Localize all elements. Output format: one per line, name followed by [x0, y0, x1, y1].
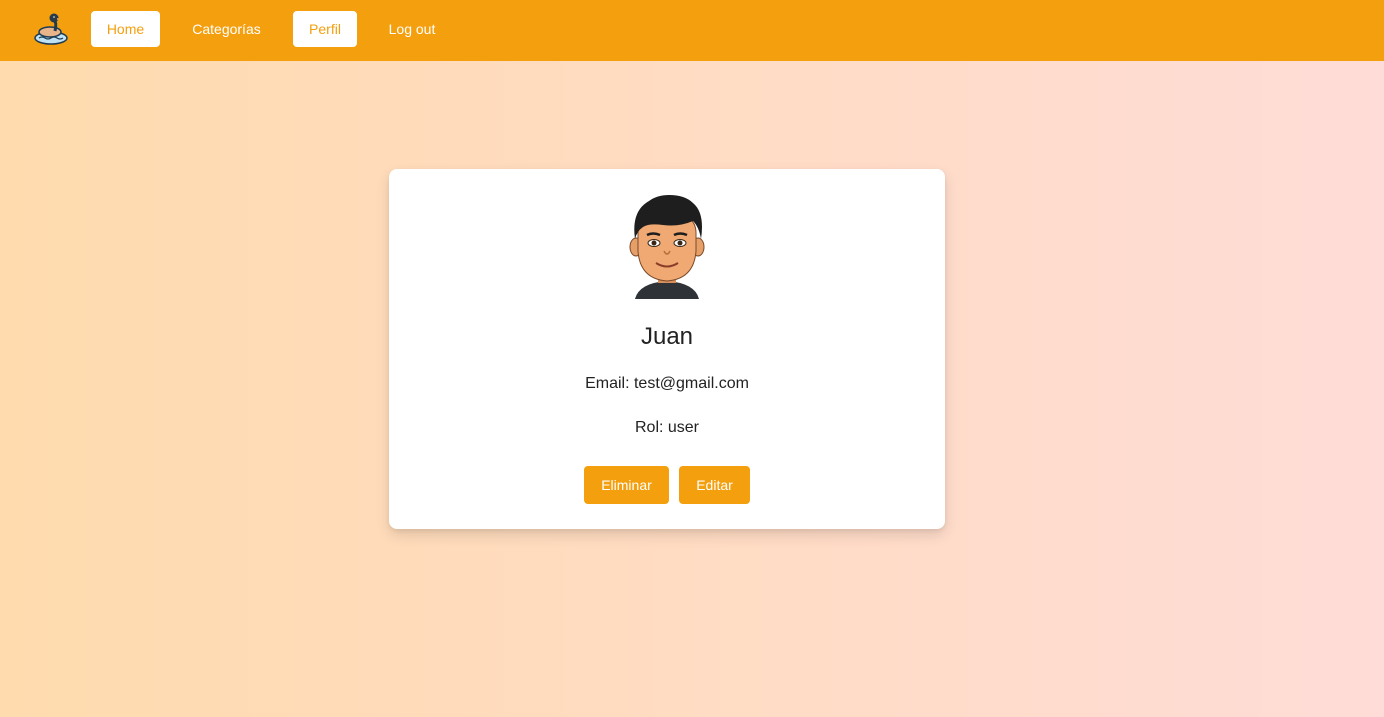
duck-logo-icon[interactable]	[33, 12, 69, 46]
nav-categorias-link[interactable]: Categorías	[176, 11, 277, 47]
navbar: Home Categorías Perfil Log out	[0, 0, 1384, 61]
edit-button[interactable]: Editar	[679, 466, 750, 504]
nav-home-link[interactable]: Home	[91, 11, 160, 47]
nav-perfil-link[interactable]: Perfil	[293, 11, 357, 47]
profile-email: Email: test@gmail.com	[585, 375, 749, 392]
delete-button[interactable]: Eliminar	[584, 466, 669, 504]
profile-card: Juan Email: test@gmail.com Rol: user Eli…	[389, 169, 945, 529]
profile-name: Juan	[640, 323, 694, 350]
user-avatar-icon	[617, 191, 717, 301]
nav-logout-link[interactable]: Log out	[373, 11, 451, 47]
profile-rol: Rol: user	[634, 419, 700, 436]
